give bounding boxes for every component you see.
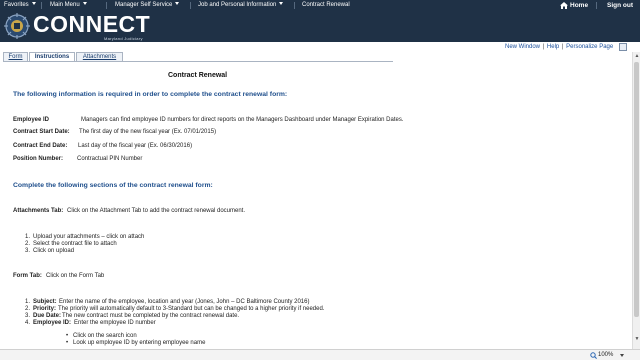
breadcrumb-label: Job and Personal Information: [198, 2, 277, 8]
connect-logo-text: CONNECT: [33, 11, 151, 37]
favorites-label: Favorites: [4, 2, 29, 8]
list-number: 2.: [25, 241, 31, 247]
tab-label: Form: [8, 54, 23, 60]
home-link[interactable]: Home: [570, 0, 588, 11]
home-icon[interactable]: [560, 2, 568, 9]
step-label: Due Date:: [33, 313, 62, 319]
breadcrumb-manager-self-service[interactable]: Manager Self Service: [115, 0, 180, 11]
tab-label: Attachments: [82, 54, 117, 60]
bullet-icon: •: [66, 333, 69, 339]
step-text: Enter the employee ID number: [74, 320, 156, 326]
form-tab-label: Form Tab:: [13, 273, 42, 279]
scroll-up-arrow-icon[interactable]: ▲: [633, 52, 640, 60]
list-number: 4.: [25, 320, 31, 326]
field-label: Position Number:: [13, 156, 64, 162]
breadcrumb-label: Contract Renewal: [302, 2, 350, 8]
chevron-down-icon: [31, 2, 36, 5]
instructions-content: Contract Renewal The following informati…: [0, 62, 632, 349]
chevron-down-icon[interactable]: [620, 354, 624, 357]
bullet-icon: •: [66, 340, 69, 346]
field-description: The first day of the new fiscal year (Ex…: [79, 129, 217, 135]
browser-status-bar: 100%: [0, 349, 640, 360]
form-tab-text: Click on the Form Tab: [46, 273, 105, 279]
step-label: Priority:: [33, 306, 57, 312]
nav-divider: [596, 2, 597, 9]
nav-divider: [294, 2, 295, 9]
nav-divider: [190, 2, 191, 9]
help-link[interactable]: Help: [547, 44, 559, 50]
main-menu[interactable]: Main Menu: [50, 0, 87, 11]
judiciary-seal-logo: [4, 13, 30, 39]
chevron-down-icon: [175, 2, 180, 5]
field-description: Contractual PIN Number: [77, 156, 143, 162]
top-navigation-bar: Favorites Main Menu Manager Self Service…: [0, 0, 640, 11]
favorites-menu[interactable]: Favorites: [4, 0, 36, 11]
field-label: Employee ID: [13, 117, 50, 123]
list-number: 1.: [25, 299, 31, 305]
nav-divider: [106, 2, 107, 9]
list-item: Click on the search icon: [73, 333, 137, 339]
separator: |: [541, 44, 546, 50]
list-number: 1.: [25, 234, 31, 240]
separator: |: [560, 44, 566, 50]
grid-icon[interactable]: [619, 43, 627, 51]
attachments-tab-text: Click on the Attachment Tab to add the c…: [67, 208, 245, 214]
step-text: Enter the name of the employee, location…: [59, 299, 310, 305]
list-item: Upload your attachments – click on attac…: [33, 234, 145, 240]
step-text: The priority will automatically default …: [58, 306, 325, 312]
attachments-tab-label: Attachments Tab:: [13, 208, 64, 214]
header-banner: CONNECT Maryland Judiciary: [0, 11, 640, 42]
nav-divider: [41, 2, 42, 9]
list-item: Select the contract file to attach: [33, 241, 117, 247]
list-item: Click on upload: [33, 248, 75, 254]
step-label: Employee ID:: [33, 320, 72, 326]
list-number: 3.: [25, 313, 31, 319]
list-item: Look up employee ID by entering employee…: [73, 340, 206, 346]
breadcrumb-contract-renewal[interactable]: Contract Renewal: [302, 0, 350, 11]
chevron-down-icon: [279, 2, 284, 5]
personalize-page-link[interactable]: Personalize Page: [566, 44, 613, 50]
zoom-level[interactable]: 100%: [598, 350, 613, 360]
list-number: 2.: [25, 306, 31, 312]
breadcrumb-job-personal-info[interactable]: Job and Personal Information: [198, 0, 284, 11]
tab-label: Instructions: [34, 54, 70, 60]
sign-out-link[interactable]: Sign out: [607, 0, 633, 11]
section-heading: Complete the following sections of the c…: [13, 182, 213, 189]
step-label: Subject:: [33, 299, 57, 305]
page-title: Contract Renewal: [168, 72, 228, 79]
new-window-link[interactable]: New Window: [505, 44, 540, 50]
scroll-down-arrow-icon[interactable]: ▼: [633, 335, 640, 343]
breadcrumb-label: Manager Self Service: [115, 2, 173, 8]
field-label: Contract Start Date:: [13, 129, 70, 135]
field-label: Contract End Date:: [13, 143, 68, 149]
field-description: Last day of the fiscal year (Ex. 06/30/2…: [78, 143, 193, 149]
list-number: 3.: [25, 248, 31, 254]
logo-subtitle: Maryland Judiciary: [104, 36, 143, 41]
vertical-scrollbar[interactable]: ▲ ▼: [632, 52, 640, 349]
scrollbar-thumb[interactable]: [634, 62, 639, 317]
field-description: Managers can find employee ID numbers fo…: [81, 117, 404, 123]
step-text: The new contract must be completed by th…: [62, 313, 240, 319]
page-actions: New Window | Help | Personalize Page: [505, 44, 613, 50]
zoom-icon[interactable]: [590, 352, 597, 359]
section-heading: The following information is required in…: [13, 91, 288, 98]
chevron-down-icon: [82, 2, 87, 5]
main-menu-label: Main Menu: [50, 2, 80, 8]
